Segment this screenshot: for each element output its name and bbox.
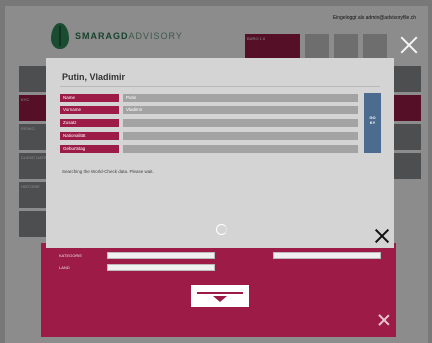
bottom-row2-select[interactable]: [107, 264, 215, 271]
field-row-vorname: Vorname Vladimir: [60, 106, 358, 114]
field-row-zusatz: Zusatz: [60, 119, 358, 127]
search-status-text: Searching the World-Check data. Please w…: [62, 169, 154, 174]
go-kyc-button[interactable]: GO KY: [364, 93, 381, 153]
geburtstag-field[interactable]: [123, 145, 358, 153]
overlay-close-icon[interactable]: [398, 34, 420, 56]
name-field[interactable]: Putin: [123, 94, 358, 102]
nationalitaet-field[interactable]: [123, 132, 358, 140]
field-label: Nationalität: [60, 132, 119, 140]
go-kyc-button-label: GO KY: [369, 115, 376, 125]
bottom-row1-input[interactable]: [107, 252, 215, 259]
bottom-row1-label: KATEGORIE: [59, 253, 83, 258]
search-modal: Putin, Vladimir Name Putin Vorname Vladi…: [46, 58, 394, 248]
field-row-name: Name Putin: [60, 94, 358, 102]
submit-arrow-button[interactable]: [191, 285, 249, 307]
field-label: Geburtstag: [60, 145, 119, 153]
field-row-geburtstag: Geburtstag: [60, 145, 358, 153]
loading-spinner-icon: [216, 224, 227, 235]
bottom-panel: KATEGORIE LAND: [41, 243, 396, 337]
field-label: Vorname: [60, 106, 119, 114]
field-row-nationalitaet: Nationalität: [60, 132, 358, 140]
zusatz-field[interactable]: [123, 119, 358, 127]
bottom-close-icon[interactable]: [377, 313, 391, 327]
vorname-field[interactable]: Vladimir: [123, 106, 358, 114]
field-label: Name: [60, 94, 119, 102]
bottom-row1-input-right[interactable]: [273, 252, 381, 259]
field-label: Zusatz: [60, 119, 119, 127]
modal-close-icon[interactable]: [374, 228, 390, 244]
modal-divider: [60, 86, 380, 87]
modal-title: Putin, Vladimir: [62, 72, 126, 82]
bottom-row2-label: LAND: [59, 265, 70, 270]
